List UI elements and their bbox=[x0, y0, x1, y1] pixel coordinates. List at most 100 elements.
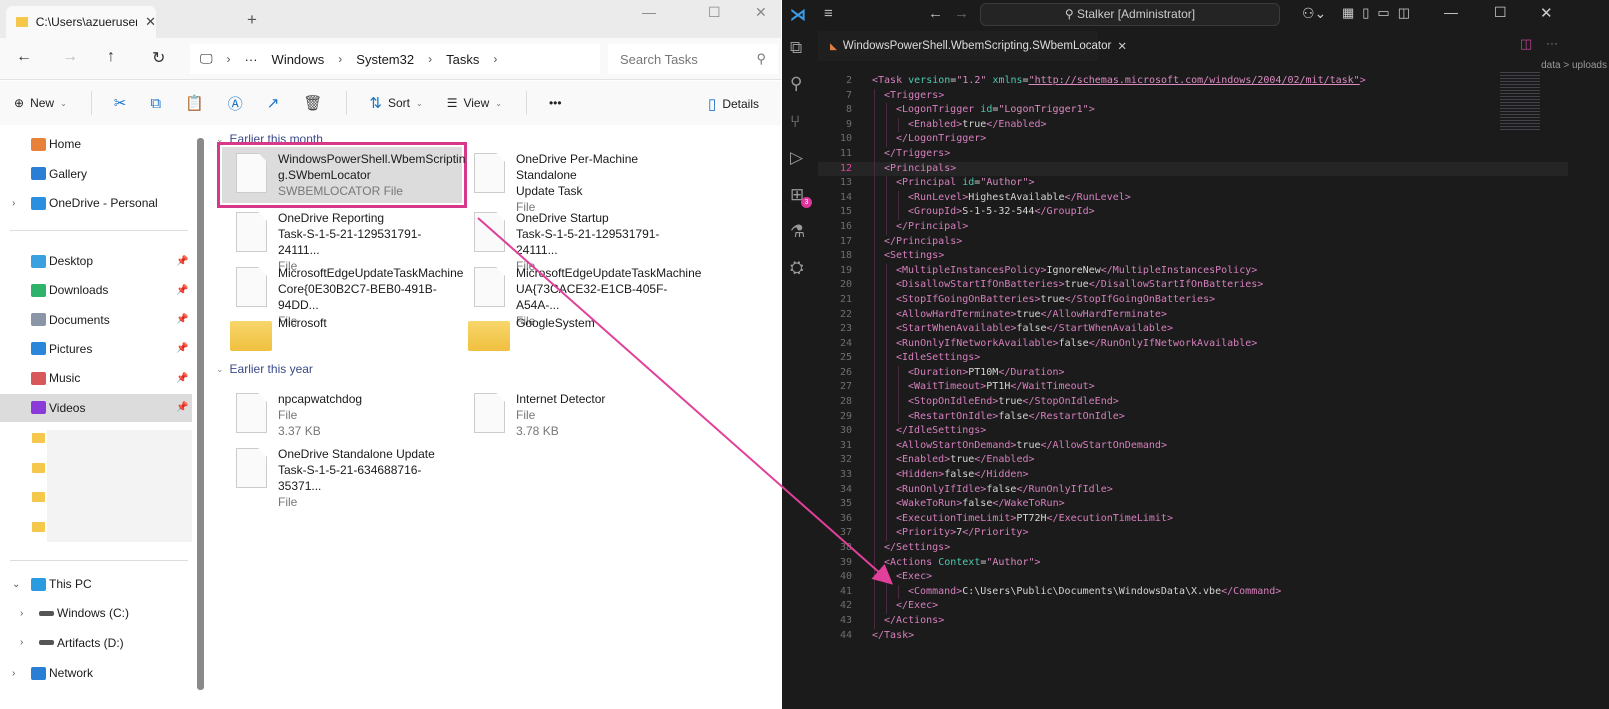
pin-icon[interactable]: 📌 bbox=[176, 402, 188, 413]
sidebar-item-artifacts-d-[interactable]: › Artifacts (D:) bbox=[0, 629, 192, 657]
line-number: 42 bbox=[839, 600, 852, 612]
chevron-down-icon[interactable]: ⌄ bbox=[12, 579, 20, 590]
breadcrumb[interactable]: 🖵 › ··· Windows › System32 › Tasks › bbox=[190, 44, 600, 74]
view-button[interactable]: ☰ View ⌄ bbox=[447, 96, 502, 110]
breadcrumb-tasks[interactable]: Tasks bbox=[446, 52, 479, 67]
sidebar-item-pictures[interactable]: Pictures 📌 bbox=[0, 335, 192, 363]
sidebar-item-gallery[interactable]: Gallery bbox=[0, 160, 192, 188]
indent-guide bbox=[886, 380, 887, 396]
share-icon[interactable]: ↗ bbox=[267, 94, 280, 112]
pin-icon[interactable]: 📌 bbox=[176, 314, 188, 325]
file-item[interactable]: Internet Detector File 3.78 KB bbox=[460, 387, 700, 443]
new-tab-button[interactable]: + bbox=[247, 10, 257, 30]
folder-icon[interactable] bbox=[32, 462, 45, 473]
more-options-button[interactable]: ••• bbox=[549, 96, 562, 110]
file-item[interactable]: OneDrive Reporting Task-S-1-5-21-12953179… bbox=[222, 206, 462, 273]
forward-button[interactable]: → bbox=[62, 48, 78, 66]
refresh-button[interactable]: ↻ bbox=[152, 48, 165, 68]
python-icon[interactable]: ⛭ bbox=[790, 258, 804, 278]
maximize-button[interactable]: ☐ bbox=[708, 4, 721, 21]
back-button[interactable]: ← bbox=[16, 48, 32, 66]
menu-icon[interactable]: ≡ bbox=[824, 5, 833, 22]
layout-icons[interactable]: ▦▯▭◫ bbox=[1342, 5, 1418, 21]
editor-breadcrumb[interactable]: data > uploads bbox=[1541, 60, 1607, 71]
file-item[interactable]: OneDrive Per-Machine Standalone Update Ta… bbox=[460, 147, 700, 214]
minimize-button[interactable]: — bbox=[1444, 4, 1458, 20]
editor-tab[interactable]: ◣ WindowsPowerShell.WbemScripting.SWbemL… bbox=[818, 31, 1127, 61]
indent-guide bbox=[886, 219, 887, 235]
copilot-icon[interactable]: ⚇⌄ bbox=[1302, 5, 1326, 22]
chevron-right-icon[interactable]: › bbox=[12, 198, 15, 209]
sidebar-scrollbar[interactable] bbox=[197, 138, 204, 690]
forward-icon[interactable]: → bbox=[954, 5, 969, 22]
close-tab-icon[interactable]: ✕ bbox=[145, 14, 156, 30]
command-center[interactable]: ⚲ Stalker [Administrator] bbox=[980, 3, 1280, 26]
pin-icon[interactable]: 📌 bbox=[176, 285, 188, 296]
pin-icon[interactable]: 📌 bbox=[176, 256, 188, 267]
group-header[interactable]: ⌄ Earlier this month bbox=[216, 132, 323, 146]
up-button[interactable]: ↑ bbox=[107, 48, 115, 66]
details-button[interactable]: ▯ Details bbox=[708, 95, 759, 113]
sort-button[interactable]: ⇅ Sort ⌄ bbox=[369, 94, 422, 112]
sidebar-item-windows-c-[interactable]: › Windows (C:) bbox=[0, 599, 192, 627]
minimap[interactable] bbox=[1500, 72, 1540, 132]
sidebar-item-documents[interactable]: Documents 📌 bbox=[0, 306, 192, 334]
cut-icon[interactable]: ✂ bbox=[114, 94, 127, 112]
sidebar-item-downloads[interactable]: Downloads 📌 bbox=[0, 276, 192, 304]
chevron-right-icon[interactable]: › bbox=[12, 668, 15, 679]
file-item[interactable]: WindowsPowerShell.WbemScriptin g.SWbemLoc… bbox=[217, 142, 467, 208]
folder-icon[interactable] bbox=[32, 492, 45, 502]
file-item[interactable]: OneDrive Standalone Update Task-S-1-5-21-… bbox=[222, 442, 462, 509]
group-header[interactable]: ⌄ Earlier this year bbox=[216, 362, 313, 376]
file-item[interactable]: MicrosoftEdgeUpdateTaskMachine Core{0E30B… bbox=[222, 261, 463, 328]
file-item[interactable]: npcapwatchdog File 3.37 KB bbox=[222, 387, 462, 443]
sidebar-item-onedrive-personal[interactable]: › OneDrive - Personal bbox=[0, 189, 192, 217]
sidebar-item-desktop[interactable]: Desktop 📌 bbox=[0, 247, 192, 275]
run-debug-icon[interactable]: ▷ bbox=[790, 148, 803, 168]
sidebar-item-music[interactable]: Music 📌 bbox=[0, 364, 192, 392]
code-editor[interactable]: 2 <Task version="1.2" xmlns="http://schem… bbox=[818, 74, 1568, 643]
file-item[interactable]: MicrosoftEdgeUpdateTaskMachine UA{73CACE3… bbox=[460, 261, 701, 328]
indent-guide bbox=[886, 599, 887, 614]
pin-icon[interactable]: 📌 bbox=[176, 373, 188, 384]
search-icon[interactable]: ⚲ bbox=[790, 74, 802, 94]
close-tab-icon[interactable]: ✕ bbox=[1117, 39, 1127, 53]
folder-icon[interactable] bbox=[32, 521, 45, 532]
file-icon bbox=[236, 448, 267, 488]
chevron-right-icon[interactable]: › bbox=[20, 637, 23, 648]
split-editor-icon[interactable]: ◫ bbox=[1520, 36, 1532, 52]
delete-icon[interactable]: 🗑 bbox=[303, 94, 322, 112]
search-input[interactable]: Search Tasks ⚲ bbox=[608, 44, 778, 74]
xml-tag: </RunOnlyIfIdle bbox=[1016, 483, 1107, 495]
testing-icon[interactable]: ⚗ bbox=[790, 222, 805, 242]
line-number: 24 bbox=[839, 337, 852, 349]
folder-icon[interactable] bbox=[32, 433, 45, 443]
file-item[interactable]: OneDrive Startup Task-S-1-5-21-129531791-… bbox=[460, 206, 700, 273]
command-center-label: Stalker [Administrator] bbox=[1077, 7, 1196, 21]
minimize-button[interactable]: — bbox=[642, 4, 656, 20]
sidebar-item-home[interactable]: Home bbox=[0, 130, 192, 158]
maximize-button[interactable]: ☐ bbox=[1494, 4, 1507, 21]
paste-icon[interactable]: 📋 bbox=[185, 94, 204, 112]
sidebar-item-this-pc[interactable]: ⌄ This PC bbox=[0, 570, 192, 598]
close-button[interactable]: ✕ bbox=[755, 4, 767, 21]
breadcrumb-windows[interactable]: Windows bbox=[272, 52, 325, 67]
explorer-icon[interactable]: ⧉ bbox=[790, 38, 802, 58]
new-button[interactable]: ⊕ New ⌄ bbox=[14, 96, 67, 110]
copy-icon[interactable]: ⧉ bbox=[150, 95, 161, 112]
back-icon[interactable]: ← bbox=[928, 5, 943, 22]
chevron-right-icon[interactable]: › bbox=[20, 608, 23, 619]
pin-icon[interactable]: 📌 bbox=[176, 343, 188, 354]
more-actions-icon[interactable]: ··· bbox=[1546, 36, 1558, 50]
folder-item[interactable]: GoogleSystem bbox=[460, 316, 700, 373]
close-button[interactable]: ✕ bbox=[1540, 4, 1553, 22]
xml-text: PT1H bbox=[986, 381, 1011, 393]
code-text: </Task> bbox=[872, 629, 914, 644]
rename-icon[interactable]: Ⓐ bbox=[228, 93, 243, 114]
source-control-icon[interactable]: ⑂ bbox=[790, 112, 800, 132]
more-icon[interactable]: ··· bbox=[245, 52, 258, 67]
breadcrumb-system32[interactable]: System32 bbox=[356, 52, 414, 67]
sidebar-item-network[interactable]: › Network bbox=[0, 659, 192, 687]
explorer-tab[interactable]: C:\Users\azueruser\Downloads ✕ bbox=[6, 6, 156, 38]
sidebar-item-videos[interactable]: Videos 📌 bbox=[0, 393, 192, 422]
